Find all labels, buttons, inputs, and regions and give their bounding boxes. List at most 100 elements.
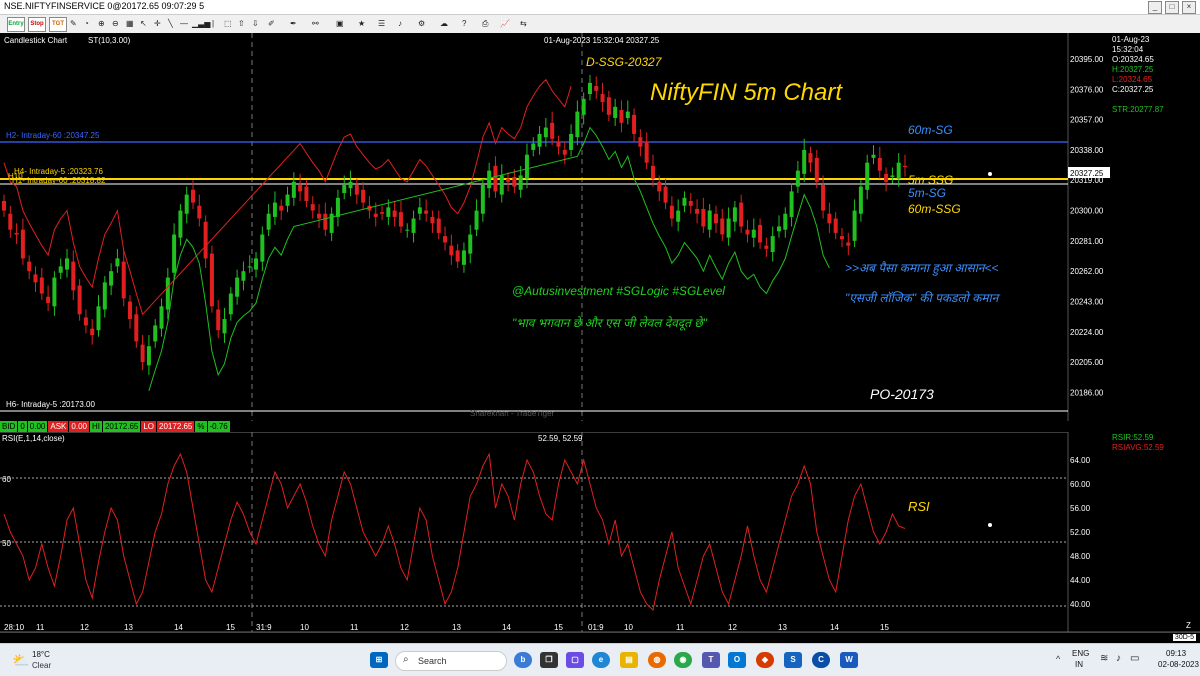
candle-body <box>890 175 895 178</box>
weather-icon[interactable]: ⛅ <box>12 652 29 669</box>
info-date: 01-Aug-23 <box>1112 35 1150 44</box>
target-button[interactable]: TGT <box>49 17 67 32</box>
rsi-label: RSI(E,1,14,close) <box>2 434 65 443</box>
hline-icon[interactable]: — <box>180 17 188 30</box>
candle-body <box>758 224 763 243</box>
interval-box[interactable]: 30D-5 <box>1172 634 1196 641</box>
candle-body <box>121 261 126 299</box>
color-icon[interactable]: ◔ <box>84 17 89 30</box>
candle-body <box>165 277 170 310</box>
widgets-icon[interactable]: b <box>514 652 532 668</box>
firefox-icon[interactable]: ◍ <box>648 652 666 668</box>
candle-body <box>430 216 435 224</box>
speaker-icon[interactable]: ♪ <box>1116 653 1121 664</box>
candle-body <box>65 258 70 270</box>
language-label[interactable]: ENG <box>1072 649 1089 658</box>
task-view-icon[interactable]: ❐ <box>540 652 558 668</box>
candle-body <box>852 210 857 241</box>
candle-body <box>720 218 725 235</box>
word-icon[interactable]: W <box>840 652 858 668</box>
wifi-icon[interactable]: ≋ <box>1100 653 1108 664</box>
price-axis-label: 20300.00 <box>1070 207 1104 216</box>
help-icon[interactable]: ? <box>462 17 466 30</box>
time-axis-label: 28:10 <box>4 623 25 632</box>
indicator-label: ST(10,3.00) <box>88 36 131 45</box>
time-axis-label: 15 <box>880 623 889 632</box>
grid-icon[interactable]: ▣ <box>336 17 344 30</box>
zoom-in-icon[interactable]: ⊕ <box>98 17 105 30</box>
cursor-icon[interactable]: ↖ <box>140 17 147 30</box>
sg60-annotation: 60m-SG <box>908 123 953 137</box>
teams-icon[interactable]: T <box>702 652 720 668</box>
trendline-icon[interactable]: ╲ <box>168 17 173 30</box>
clock-time[interactable]: 09:13 <box>1166 649 1186 658</box>
chrome-icon[interactable]: ◉ <box>674 652 692 668</box>
candle-body <box>71 261 76 291</box>
candle-body <box>27 261 32 272</box>
star-icon[interactable]: ★ <box>358 17 365 30</box>
app-icon-red[interactable]: ◆ <box>756 652 774 668</box>
teams-chat-icon[interactable]: ▢ <box>566 652 584 668</box>
close-button[interactable]: × <box>1182 1 1196 14</box>
candle-body <box>184 194 189 214</box>
arrow-up-icon[interactable]: ⇧ <box>238 17 245 30</box>
pen-icon[interactable]: ✒ <box>290 17 297 30</box>
taskbar-search[interactable]: ⌕ Search <box>395 651 507 671</box>
file-explorer-icon[interactable]: ▤ <box>620 652 638 668</box>
chart-icon[interactable]: 📈 <box>500 17 510 30</box>
price-axis-label: 20243.00 <box>1070 298 1104 307</box>
candle-body <box>436 218 441 233</box>
candle-body <box>146 346 151 366</box>
price-chart[interactable]: Candlestick Chart ST(10,3.00) 01-Aug-202… <box>0 33 1200 421</box>
region-label: IN <box>1075 660 1083 669</box>
sas-icon[interactable]: S <box>784 652 802 668</box>
candle-body <box>228 293 233 315</box>
price-axis-label: 20357.00 <box>1070 116 1104 125</box>
level-label-h4: H4- Intraday-5 :20323.76 <box>14 167 103 176</box>
entry-button[interactable]: Entry <box>7 17 25 32</box>
stop-button[interactable]: Stop <box>28 17 46 32</box>
watermark: Sharekhan - TradeTiger <box>470 409 555 418</box>
current-price-tag: 20327.25 <box>1070 169 1104 178</box>
candle-body <box>632 114 637 134</box>
outlook-icon[interactable]: O <box>728 652 746 668</box>
edge-icon[interactable]: e <box>592 652 610 668</box>
candle-body <box>285 194 290 206</box>
rsi-chart[interactable]: RSI(E,1,14,close) 52.59, 52.59 RSIR:52.5… <box>0 432 1200 632</box>
candle-body <box>726 218 731 238</box>
maximize-button[interactable]: □ <box>1165 1 1179 14</box>
cloud-icon[interactable]: ☁ <box>440 17 448 30</box>
zoom-out-icon[interactable]: ⊖ <box>112 17 119 30</box>
link-icon[interactable]: ⚯ <box>312 17 319 30</box>
list-icon[interactable]: ☰ <box>378 17 385 30</box>
high-value: 20172.65 <box>102 421 142 432</box>
print-icon[interactable]: ⎙ <box>482 17 488 30</box>
edit-icon[interactable]: ✐ <box>268 17 275 30</box>
candle-body <box>688 200 693 206</box>
candle-body <box>808 153 813 163</box>
settings-icon[interactable]: ⚙ <box>418 17 425 30</box>
hindi-line-1: >>अब पैसा कमाना हुआ आसान<< <box>845 261 998 276</box>
minimize-button[interactable]: _ <box>1148 1 1162 14</box>
pencil-icon[interactable]: ✎ <box>70 17 77 30</box>
alert-icon[interactable]: ♪ <box>398 17 402 30</box>
table-icon[interactable]: ▦ <box>126 17 134 30</box>
candle-body <box>499 175 504 195</box>
level-label-h1: H1- Intraday-60 :20318.82 <box>12 176 106 185</box>
cube-icon[interactable]: ⬚ <box>224 17 232 30</box>
app-icon-blue[interactable]: C <box>812 652 830 668</box>
pct-value: -0.76 <box>207 421 231 432</box>
candle-body <box>613 106 618 118</box>
candle-body <box>191 189 196 203</box>
volume-bars-icon[interactable]: ▁▃▅ <box>192 17 210 30</box>
compare-icon[interactable]: ⇆ <box>520 17 527 30</box>
tray-chevron-icon[interactable]: ^ <box>1056 654 1060 664</box>
start-icon[interactable]: ⊞ <box>370 652 388 668</box>
candle-body <box>52 277 57 307</box>
crosshair-icon[interactable]: ✛ <box>154 17 161 30</box>
candle-body <box>77 285 82 315</box>
time-axis-label: 01:9 <box>588 623 604 632</box>
candle-body <box>90 328 95 336</box>
battery-icon[interactable]: ▭ <box>1130 653 1139 664</box>
arrow-down-icon[interactable]: ⇩ <box>252 17 259 30</box>
